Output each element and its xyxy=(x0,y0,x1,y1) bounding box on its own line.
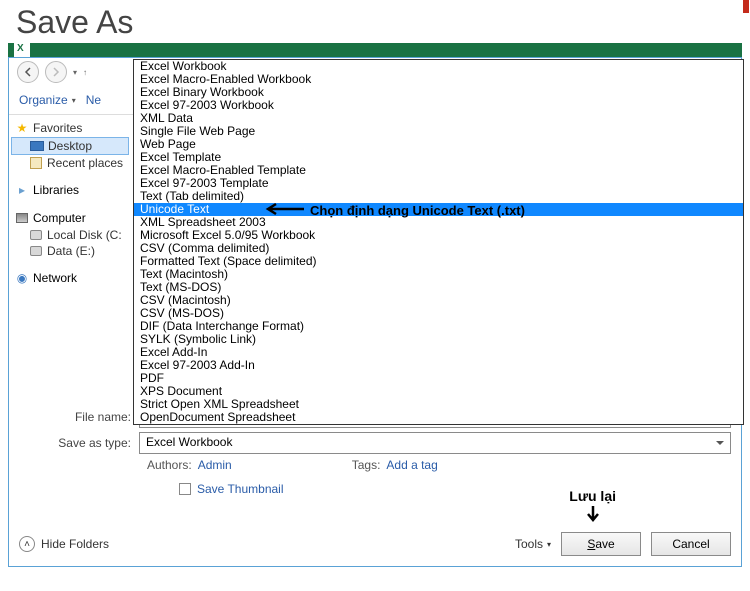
desktop-icon xyxy=(30,140,44,152)
authors-value: Admin xyxy=(198,458,232,472)
authors-label: Authors: xyxy=(147,458,192,472)
tree-label: Network xyxy=(33,271,77,285)
save-thumbnail-row[interactable]: Save Thumbnail xyxy=(179,482,731,496)
dropdown-item[interactable]: Single File Web Page xyxy=(134,125,743,138)
new-folder-button-partial[interactable]: Ne xyxy=(86,93,101,107)
tree-recent-places[interactable]: Recent places xyxy=(11,155,129,171)
dropdown-item[interactable]: Excel 97-2003 Workbook xyxy=(134,99,743,112)
save-as-type-dropdown[interactable]: Excel WorkbookExcel Macro-Enabled Workbo… xyxy=(133,59,744,425)
dropdown-item[interactable]: OpenDocument Spreadsheet xyxy=(134,411,743,424)
save-button-rest: ave xyxy=(595,537,614,551)
tags-label: Tags: xyxy=(352,458,381,472)
dialog-title: Save As xyxy=(0,0,750,43)
tree-computer[interactable]: Computer xyxy=(11,209,129,227)
save-thumbnail-label: Save Thumbnail xyxy=(197,482,284,496)
dropdown-item[interactable]: SYLK (Symbolic Link) xyxy=(134,333,743,346)
tree-local-disk-c[interactable]: Local Disk (C: xyxy=(11,227,129,243)
tree-label: Data (E:) xyxy=(47,244,95,258)
dropdown-item[interactable]: PDF xyxy=(134,372,743,385)
dropdown-item[interactable]: Unicode TextChọn định dạng Unicode Text … xyxy=(134,203,743,216)
tools-menu[interactable]: Tools xyxy=(515,537,551,551)
computer-icon xyxy=(15,212,29,224)
tree-label: Local Disk (C: xyxy=(47,228,122,242)
save-button[interactable]: Save xyxy=(561,532,641,556)
tree-favorites[interactable]: ★ Favorites xyxy=(11,119,129,137)
libraries-icon: ▸ xyxy=(15,184,29,196)
network-icon: ◉ xyxy=(15,272,29,284)
hide-folders-button[interactable]: ˄ Hide Folders xyxy=(19,536,109,552)
bottom-row: ˄ Hide Folders Tools Save Cancel xyxy=(19,532,731,556)
excel-ribbon-strip xyxy=(8,43,742,57)
navigation-tree[interactable]: ★ Favorites Desktop Recent places ▸ Librar… xyxy=(9,115,131,434)
drive-icon xyxy=(29,245,43,257)
tree-label: Desktop xyxy=(48,139,92,153)
dropdown-item[interactable]: Web Page xyxy=(134,138,743,151)
save-thumbnail-checkbox[interactable] xyxy=(179,483,191,495)
tree-network[interactable]: ◉ Network xyxy=(11,269,129,287)
tags-field[interactable]: Tags: Add a tag xyxy=(352,458,438,472)
recent-icon xyxy=(29,157,43,169)
excel-icon xyxy=(14,43,30,57)
tree-desktop[interactable]: Desktop xyxy=(11,137,129,155)
organize-menu[interactable]: Organize xyxy=(19,93,76,107)
history-dropdown-icon[interactable]: ▾ xyxy=(73,68,77,77)
tree-data-e[interactable]: Data (E:) xyxy=(11,243,129,259)
up-button-icon[interactable]: ↑ xyxy=(83,68,87,77)
annotation-choose-format: Chọn định dạng Unicode Text (.txt) xyxy=(264,202,525,218)
tags-placeholder: Add a tag xyxy=(386,458,437,472)
dropdown-item[interactable]: Text (Macintosh) xyxy=(134,268,743,281)
forward-button[interactable] xyxy=(45,61,67,83)
cancel-button[interactable]: Cancel xyxy=(651,532,731,556)
dropdown-item[interactable]: Text (Tab delimited) xyxy=(134,190,743,203)
save-as-type-label: Save as type: xyxy=(19,436,139,450)
dropdown-item[interactable]: Excel 97-2003 Add-In xyxy=(134,359,743,372)
tree-libraries[interactable]: ▸ Libraries xyxy=(11,181,129,199)
save-as-type-combo[interactable]: Excel Workbook xyxy=(139,432,731,454)
tree-label: Recent places xyxy=(47,156,123,170)
dropdown-item[interactable]: CSV (Macintosh) xyxy=(134,294,743,307)
chevron-up-icon: ˄ xyxy=(19,536,35,552)
arrow-down-icon xyxy=(583,504,603,524)
back-button[interactable] xyxy=(17,61,39,83)
authors-field[interactable]: Authors: Admin xyxy=(147,458,232,472)
star-icon: ★ xyxy=(15,122,29,134)
drive-icon xyxy=(29,229,43,241)
tree-label: Libraries xyxy=(33,183,79,197)
file-name-label: File name: xyxy=(19,410,139,424)
tree-label: Computer xyxy=(33,211,86,225)
close-hint-stripe xyxy=(743,0,749,13)
hide-folders-label: Hide Folders xyxy=(41,537,109,551)
tree-label: Favorites xyxy=(33,121,82,135)
